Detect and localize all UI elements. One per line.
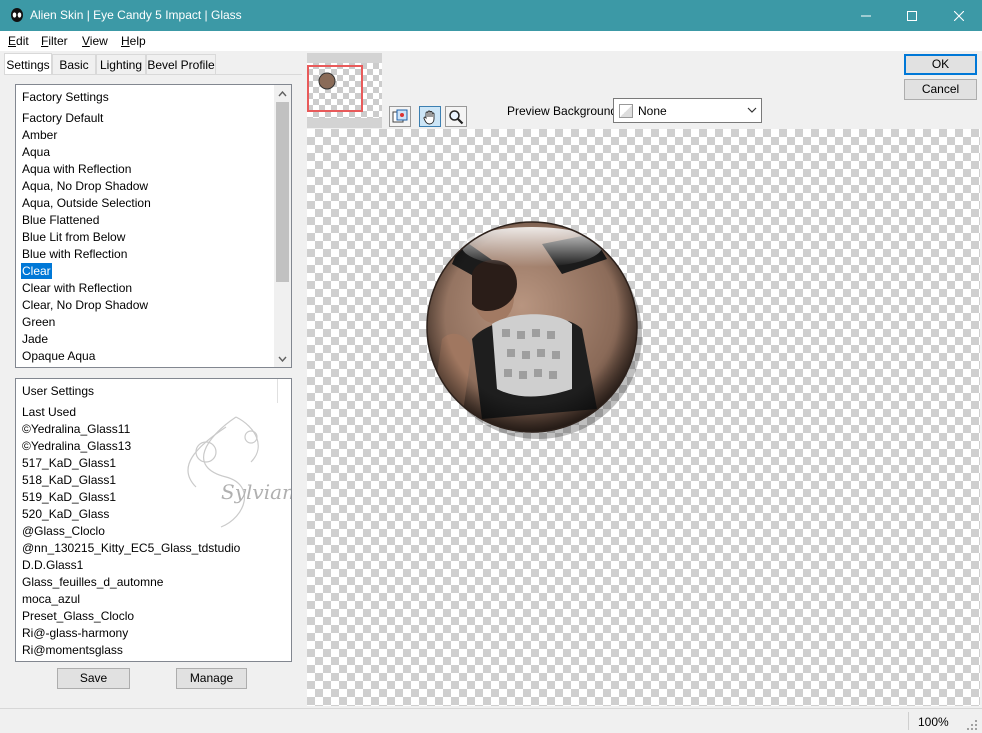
menu-edit[interactable]: Edit bbox=[8, 34, 29, 48]
user-preset-item[interactable]: 517_KaD_Glass1 bbox=[22, 455, 116, 471]
chevron-down-icon bbox=[747, 107, 757, 113]
cancel-button[interactable]: Cancel bbox=[904, 79, 977, 100]
user-preset-item[interactable]: 519_KaD_Glass1 bbox=[22, 489, 116, 505]
tab-divider bbox=[4, 74, 302, 75]
factory-preset-item[interactable]: Aqua, Outside Selection bbox=[22, 195, 151, 211]
navigate-preview-icon bbox=[392, 109, 408, 122]
minimize-button[interactable] bbox=[843, 0, 889, 31]
factory-preset-item[interactable]: Amber bbox=[22, 127, 57, 143]
user-preset-item[interactable]: @Glass_Cloclo bbox=[22, 523, 105, 539]
navigate-preview-button[interactable] bbox=[389, 106, 411, 127]
user-preset-item[interactable]: Ri@momentsglass bbox=[22, 642, 123, 658]
scroll-up-button[interactable] bbox=[274, 85, 291, 102]
chevron-down-icon bbox=[278, 356, 287, 362]
factory-preset-item[interactable]: Blue with Reflection bbox=[22, 246, 127, 262]
preview-background-label: Preview Background: bbox=[507, 104, 621, 118]
tab-bevel-profile[interactable]: Bevel Profile bbox=[146, 54, 216, 74]
factory-preset-item[interactable]: Aqua, No Drop Shadow bbox=[22, 178, 148, 194]
user-settings-list[interactable]: User Settings Last Used ©Yedralina_Glass1… bbox=[15, 378, 292, 662]
zoom-level: 100% bbox=[918, 715, 949, 729]
background-swatch-icon bbox=[619, 104, 633, 118]
preview-background-value: None bbox=[638, 104, 667, 118]
factory-preset-item[interactable]: Clear, No Drop Shadow bbox=[22, 297, 148, 313]
user-preset-item[interactable]: Preset_Glass_Cloclo bbox=[22, 608, 134, 624]
menu-bar: Edit Filter View Help bbox=[0, 31, 982, 51]
menu-view[interactable]: View bbox=[82, 34, 108, 48]
maximize-button[interactable] bbox=[889, 0, 935, 31]
sylviane-watermark: Sylviane bbox=[187, 416, 292, 528]
factory-preset-item[interactable]: Opaque Aqua bbox=[22, 348, 95, 364]
header-divider bbox=[277, 379, 278, 403]
menu-filter[interactable]: Filter bbox=[41, 34, 68, 48]
factory-preset-item[interactable]: Clear with Reflection bbox=[22, 280, 132, 296]
window-title: Alien Skin | Eye Candy 5 Impact | Glass bbox=[30, 8, 242, 22]
manage-button[interactable]: Manage bbox=[176, 668, 247, 689]
user-preset-item[interactable]: @nn_130215_Kitty_EC5_Glass_tdstudio bbox=[22, 540, 240, 556]
alien-head-icon bbox=[11, 8, 23, 22]
hand-pan-icon bbox=[423, 110, 435, 124]
status-bar: 100% bbox=[0, 708, 982, 733]
user-preset-item[interactable]: ©Yedralina_Glass11 bbox=[22, 421, 130, 437]
glass-effect-preview bbox=[426, 221, 642, 439]
scroll-down-button[interactable] bbox=[274, 350, 291, 367]
user-preset-item[interactable]: moca_azul bbox=[22, 591, 80, 607]
factory-preset-item[interactable]: Blue Lit from Below bbox=[22, 229, 125, 245]
user-preset-item[interactable]: D.D.Glass1 bbox=[22, 557, 83, 573]
user-settings-header: User Settings bbox=[22, 384, 95, 398]
title-bar: Alien Skin | Eye Candy 5 Impact | Glass bbox=[0, 0, 982, 31]
svg-text:Sylviane: Sylviane bbox=[221, 480, 292, 504]
factory-preset-item[interactable]: Aqua bbox=[22, 144, 50, 160]
factory-preset-item[interactable]: Green bbox=[22, 314, 55, 330]
hand-tool-button[interactable] bbox=[419, 106, 441, 127]
factory-preset-item[interactable]: Blue Flattened bbox=[22, 212, 99, 228]
save-button[interactable]: Save bbox=[57, 668, 130, 689]
close-button[interactable] bbox=[936, 0, 982, 31]
factory-preset-item[interactable]: Aqua with Reflection bbox=[22, 161, 131, 177]
ok-button[interactable]: OK bbox=[904, 54, 977, 75]
factory-preset-item[interactable]: Jade bbox=[22, 331, 48, 347]
preview-canvas[interactable] bbox=[307, 129, 980, 706]
tab-lighting[interactable]: Lighting bbox=[96, 54, 146, 74]
user-preset-item[interactable]: 518_KaD_Glass1 bbox=[22, 472, 116, 488]
preview-background-dropdown[interactable]: None bbox=[613, 98, 762, 123]
tab-settings[interactable]: Settings bbox=[4, 53, 52, 74]
scrollbar-thumb[interactable] bbox=[276, 102, 289, 282]
user-preset-item[interactable]: 520_KaD_Glass bbox=[22, 506, 109, 522]
user-preset-item[interactable]: Ri@-glass-harmony bbox=[22, 625, 128, 641]
zoom-tool-button[interactable] bbox=[445, 106, 467, 127]
menu-help[interactable]: Help bbox=[121, 34, 146, 48]
magnifier-icon bbox=[449, 109, 464, 124]
status-separator bbox=[908, 712, 909, 730]
factory-settings-header: Factory Settings bbox=[22, 90, 109, 104]
chevron-up-icon bbox=[278, 90, 287, 96]
user-preset-item[interactable]: Glass_feuilles_d_automne bbox=[22, 574, 163, 590]
factory-settings-list[interactable]: Factory Settings Factory Default Amber Aqu… bbox=[15, 84, 292, 368]
user-preset-item[interactable]: ©Yedralina_Glass13 bbox=[22, 438, 131, 454]
close-icon bbox=[954, 10, 964, 21]
factory-preset-item[interactable]: Clear bbox=[21, 263, 52, 279]
factory-list-scrollbar[interactable] bbox=[274, 85, 291, 367]
resize-grip-icon[interactable] bbox=[966, 719, 978, 731]
minimize-icon bbox=[861, 15, 871, 16]
factory-preset-item[interactable]: Factory Default bbox=[22, 110, 103, 126]
tab-basic[interactable]: Basic bbox=[52, 54, 96, 74]
maximize-icon bbox=[907, 10, 917, 21]
navigator-viewport-frame[interactable] bbox=[307, 65, 363, 112]
user-preset-item[interactable]: Last Used bbox=[22, 404, 76, 420]
